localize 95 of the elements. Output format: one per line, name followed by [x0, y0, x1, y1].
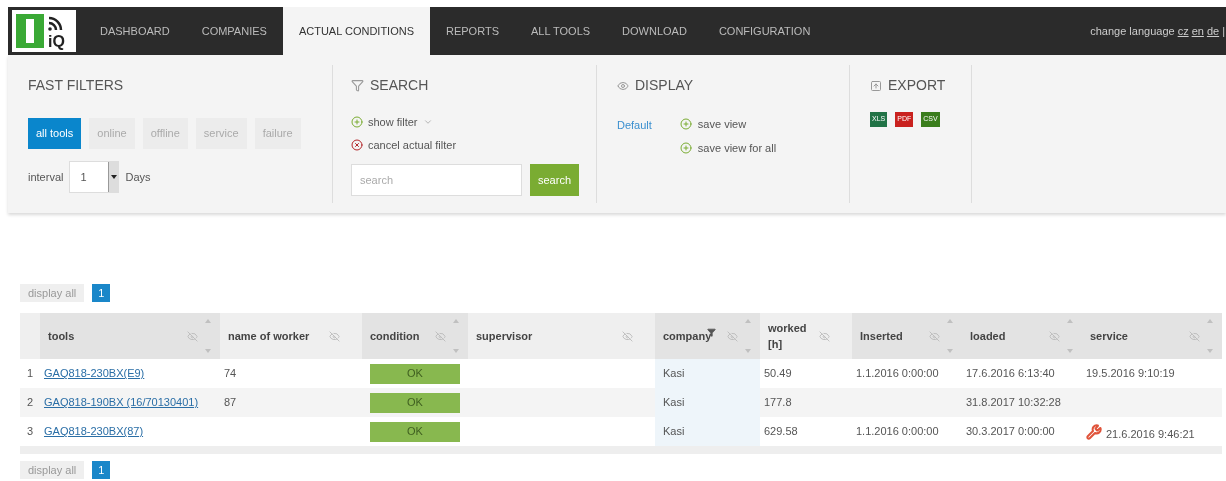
export-icon — [870, 79, 882, 92]
column-title: condition — [370, 329, 420, 342]
table-cell-text: 30.3.2017 0:00:00 — [966, 424, 1055, 440]
nav-tab[interactable]: ACTUAL CONDITIONS — [282, 7, 430, 55]
interval-label: interval — [28, 169, 64, 185]
column-header[interactable]: condition — [362, 313, 468, 359]
row-number: 2 — [26, 395, 35, 411]
column-header[interactable]: company — [655, 313, 760, 359]
column-header[interactable]: supervisor — [468, 313, 655, 359]
column-title: name of worker — [228, 329, 310, 342]
save-view-link[interactable]: save view for all — [697, 139, 777, 156]
column-header[interactable]: worked [h] — [760, 313, 852, 359]
section-title: FAST FILTERS — [28, 76, 125, 95]
save-view-link[interactable]: save view — [697, 116, 747, 133]
column-title: worked [h] — [768, 321, 807, 350]
section-title: EXPORT — [888, 76, 946, 95]
table-cell-text: Kasi — [663, 366, 685, 382]
hide-column-icon[interactable] — [1049, 330, 1060, 342]
table-cell-text: 74 — [224, 366, 237, 382]
column-header[interactable]: loaded — [962, 313, 1082, 359]
column-title: service — [1090, 329, 1128, 342]
column-header[interactable]: name of worker — [220, 313, 362, 359]
tool-link[interactable]: GAQ818-230BX(E9) — [44, 365, 145, 382]
sort-arrows-icon[interactable] — [1206, 318, 1214, 354]
eye-icon — [617, 79, 629, 92]
column-title: company — [663, 329, 712, 342]
row-number: 3 — [26, 424, 35, 440]
sort-arrows-icon[interactable] — [204, 318, 212, 354]
plus-icon — [679, 118, 692, 131]
separator-text: | — [1222, 23, 1225, 39]
hide-column-icon[interactable] — [819, 330, 830, 342]
sort-arrows-icon[interactable] — [744, 318, 752, 354]
page-button[interactable]: 1 — [92, 461, 111, 479]
condition-status: OK — [370, 363, 460, 384]
table-cell-text: 31.8.2017 10:32:28 — [966, 395, 1061, 411]
table-cell-text: 1.1.2016 0:00:00 — [856, 424, 939, 440]
close-icon — [351, 138, 363, 151]
table-cell-text: 1.1.2016 0:00:00 — [856, 366, 939, 382]
hide-column-icon[interactable] — [187, 330, 198, 342]
nav-tab[interactable]: DOWNLOAD — [606, 7, 703, 55]
condition-status: OK — [370, 421, 460, 442]
nav-tab[interactable]: REPORTS — [430, 7, 515, 55]
dropdown-icon — [110, 175, 117, 179]
table-cell-text: 50.49 — [764, 366, 792, 382]
table-cell-text: 629.58 — [764, 424, 798, 440]
wrench-icon — [1086, 423, 1102, 440]
interval-select[interactable]: 1 — [69, 161, 120, 193]
hide-column-icon[interactable] — [622, 330, 633, 342]
sort-arrows-icon[interactable] — [452, 318, 460, 354]
table-cell-text: 21.6.2016 9:46:21 — [1106, 427, 1195, 443]
hide-column-icon[interactable] — [1189, 330, 1200, 342]
section-title: DISPLAY — [635, 76, 694, 95]
table-cell-text: Kasi — [663, 424, 685, 440]
page-button[interactable]: 1 — [92, 284, 111, 302]
column-title: supervisor — [476, 329, 533, 342]
column-title: loaded — [970, 329, 1006, 342]
logo[interactable]: iQ — [12, 10, 76, 52]
column-header[interactable]: tools — [40, 313, 220, 359]
sort-arrows-icon[interactable] — [946, 318, 954, 354]
language-link[interactable]: cz — [1177, 22, 1189, 40]
column-header[interactable]: service — [1082, 313, 1222, 359]
column-title: tools — [48, 329, 75, 342]
hide-column-icon[interactable] — [929, 330, 940, 342]
hide-column-icon[interactable] — [435, 330, 446, 342]
row-number: 1 — [26, 366, 35, 382]
table-cell-text: 177.8 — [764, 395, 792, 411]
table-cell-text: 17.6.2016 6:13:40 — [966, 366, 1055, 382]
filter-button[interactable]: all tools — [28, 118, 82, 149]
table-cell-text: 87 — [224, 395, 237, 411]
show-filter-link[interactable]: show filter — [368, 114, 418, 131]
tool-link[interactable]: GAQ818-190BX (16/70130401) — [44, 394, 199, 411]
language-link[interactable]: de — [1206, 22, 1220, 40]
plus-icon — [351, 116, 363, 129]
tool-link[interactable]: GAQ818-230BX(87) — [44, 423, 144, 440]
nav-tab[interactable]: COMPANIES — [185, 7, 283, 55]
interval-unit: Days — [125, 169, 151, 185]
table-cell-text: 19.5.2016 9:10:19 — [1086, 366, 1175, 382]
hide-column-icon[interactable] — [727, 330, 738, 342]
condition-status: OK — [370, 392, 460, 413]
table-cell-text: Kasi — [663, 395, 685, 411]
nav-tab[interactable]: DASHBOARD — [84, 7, 186, 55]
sort-arrows-icon[interactable] — [1066, 318, 1074, 354]
hide-column-icon[interactable] — [329, 330, 340, 342]
section-title: SEARCH — [370, 76, 429, 95]
index-column-header — [20, 313, 40, 359]
plus-icon — [679, 141, 692, 154]
language-link[interactable]: en — [1191, 22, 1204, 40]
filter-icon — [351, 79, 364, 92]
nav-tab[interactable]: CONFIGURATION — [702, 7, 827, 55]
column-title: Inserted — [860, 329, 903, 342]
cancel-filter-link[interactable]: cancel actual filter — [368, 136, 457, 153]
column-header[interactable]: Inserted — [852, 313, 962, 359]
language-label: change language — [1090, 23, 1175, 39]
search-field[interactable]: search — [351, 164, 522, 196]
nav-tab[interactable]: ALL TOOLS — [515, 7, 607, 55]
